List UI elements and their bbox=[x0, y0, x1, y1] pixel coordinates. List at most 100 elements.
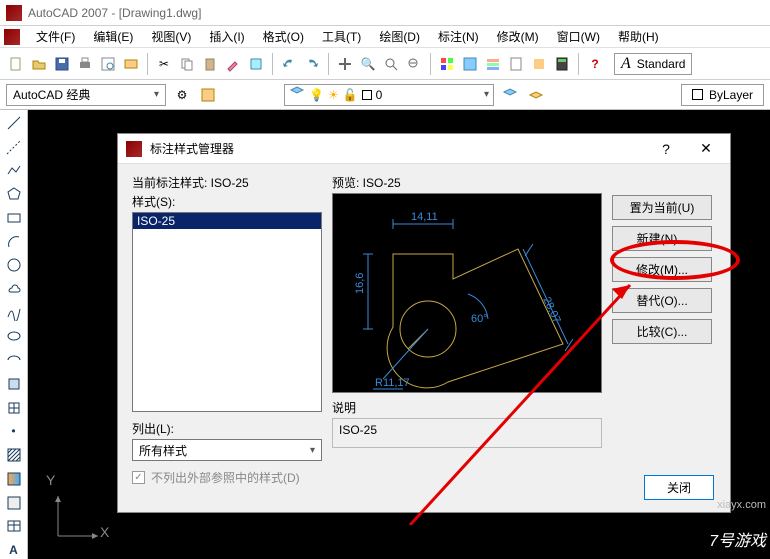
blockeditor-icon[interactable] bbox=[246, 54, 266, 74]
modify-button[interactable]: 修改(M)... bbox=[612, 257, 712, 282]
undo-icon[interactable] bbox=[279, 54, 299, 74]
separator bbox=[578, 53, 579, 75]
layer-states-icon[interactable] bbox=[526, 85, 546, 105]
new-icon[interactable] bbox=[6, 54, 26, 74]
xref-checkbox-label: 不列出外部参照中的样式(D) bbox=[151, 469, 300, 486]
zoom-window-icon[interactable] bbox=[381, 54, 401, 74]
quickcalc-icon[interactable] bbox=[552, 54, 572, 74]
xref-checkbox[interactable]: ✓ bbox=[132, 471, 145, 484]
copy-icon[interactable] bbox=[177, 54, 197, 74]
paste-icon[interactable] bbox=[200, 54, 220, 74]
dialog-titlebar[interactable]: 标注样式管理器 ? ✕ bbox=[118, 134, 730, 164]
listout-combo[interactable]: 所有样式 ▾ bbox=[132, 439, 322, 461]
close-dialog-button[interactable]: 关闭 bbox=[644, 475, 714, 500]
separator bbox=[272, 53, 273, 75]
sun-icon[interactable]: ☀ bbox=[328, 88, 339, 102]
menu-tools[interactable]: 工具(T) bbox=[314, 26, 369, 47]
compare-button[interactable]: 比较(C)... bbox=[612, 319, 712, 344]
lightbulb-icon[interactable]: 💡 bbox=[309, 88, 324, 102]
override-button[interactable]: 替代(O)... bbox=[612, 288, 712, 313]
designcenter-icon[interactable] bbox=[460, 54, 480, 74]
menu-draw[interactable]: 绘图(D) bbox=[371, 26, 428, 47]
menu-format[interactable]: 格式(O) bbox=[255, 26, 312, 47]
layer-previous-icon[interactable] bbox=[500, 85, 520, 105]
line-icon[interactable] bbox=[4, 114, 24, 132]
matchprop-icon[interactable] bbox=[223, 54, 243, 74]
region-icon[interactable] bbox=[4, 494, 24, 512]
color-combo[interactable]: ByLayer bbox=[681, 84, 764, 106]
set-current-button[interactable]: 置为当前(U) bbox=[612, 195, 712, 220]
ellipsearc-icon[interactable] bbox=[4, 351, 24, 369]
workspace-settings-icon[interactable]: ⚙ bbox=[172, 85, 192, 105]
textstyle-value: Standard bbox=[637, 57, 686, 71]
window-title: AutoCAD 2007 - [Drawing1.dwg] bbox=[28, 6, 201, 20]
pan-icon[interactable] bbox=[335, 54, 355, 74]
menu-modify[interactable]: 修改(M) bbox=[489, 26, 547, 47]
menu-help[interactable]: 帮助(H) bbox=[610, 26, 667, 47]
rectangle-icon[interactable] bbox=[4, 209, 24, 227]
separator bbox=[147, 53, 148, 75]
redo-icon[interactable] bbox=[302, 54, 322, 74]
spline-icon[interactable] bbox=[4, 304, 24, 322]
chevron-down-icon: ▾ bbox=[310, 445, 315, 456]
menu-edit[interactable]: 编辑(E) bbox=[85, 26, 141, 47]
workspace-toolbar: AutoCAD 经典 ▾ ⚙ 💡 ☀ 🔓 0 ▾ ByLayer bbox=[0, 80, 770, 110]
color-swatch[interactable] bbox=[362, 90, 372, 100]
help-icon[interactable]: ? bbox=[585, 54, 605, 74]
desc-value: ISO-25 bbox=[339, 423, 377, 437]
new-button[interactable]: 新建(N)... bbox=[612, 226, 712, 251]
workspace-combo[interactable]: AutoCAD 经典 ▾ bbox=[6, 84, 166, 106]
xline-icon[interactable] bbox=[4, 138, 24, 156]
hatch-icon[interactable] bbox=[4, 446, 24, 464]
chevron-down-icon: ▾ bbox=[484, 89, 489, 100]
color-swatch bbox=[692, 89, 703, 100]
toolpalettes-icon[interactable] bbox=[483, 54, 503, 74]
point-icon[interactable]: • bbox=[4, 423, 24, 441]
properties-icon[interactable] bbox=[437, 54, 457, 74]
revcloud-icon[interactable] bbox=[4, 280, 24, 298]
chevron-down-icon: ▾ bbox=[154, 89, 159, 100]
layer-manage-icon[interactable] bbox=[289, 85, 305, 104]
polygon-icon[interactable] bbox=[4, 185, 24, 203]
menu-view[interactable]: 视图(V) bbox=[143, 26, 199, 47]
ellipse-icon[interactable] bbox=[4, 328, 24, 346]
plot-preview-icon[interactable] bbox=[98, 54, 118, 74]
desc-box: ISO-25 bbox=[332, 418, 602, 448]
draw-toolbar: • A bbox=[0, 110, 28, 559]
zoom-previous-icon[interactable] bbox=[404, 54, 424, 74]
arc-icon[interactable] bbox=[4, 233, 24, 251]
mtext-icon[interactable]: A bbox=[4, 541, 24, 559]
desc-label: 说明 bbox=[332, 399, 602, 416]
open-icon[interactable] bbox=[29, 54, 49, 74]
makeblock-icon[interactable] bbox=[4, 399, 24, 417]
menu-window[interactable]: 窗口(W) bbox=[549, 26, 608, 47]
lock-icon[interactable]: 🔓 bbox=[343, 88, 358, 102]
menu-dimension[interactable]: 标注(N) bbox=[430, 26, 487, 47]
textstyle-combo[interactable]: A Standard bbox=[614, 53, 692, 75]
publish-icon[interactable] bbox=[121, 54, 141, 74]
insertblock-icon[interactable] bbox=[4, 375, 24, 393]
save-icon[interactable] bbox=[52, 54, 72, 74]
styles-listbox[interactable]: ISO-25 bbox=[132, 212, 322, 412]
sheetset-icon[interactable] bbox=[506, 54, 526, 74]
dim-left: 16,6 bbox=[354, 273, 366, 294]
listout-label: 列出(L): bbox=[132, 420, 322, 437]
menu-file[interactable]: 文件(F) bbox=[28, 26, 83, 47]
markup-icon[interactable] bbox=[529, 54, 549, 74]
color-value: ByLayer bbox=[709, 88, 753, 102]
menu-insert[interactable]: 插入(I) bbox=[201, 26, 252, 47]
close-button[interactable]: ✕ bbox=[690, 140, 722, 157]
gradient-icon[interactable] bbox=[4, 470, 24, 488]
table-icon[interactable] bbox=[4, 517, 24, 535]
styles-label: 样式(S): bbox=[132, 193, 322, 210]
layer-combo[interactable]: 💡 ☀ 🔓 0 ▾ bbox=[284, 84, 494, 106]
polyline-icon[interactable] bbox=[4, 161, 24, 179]
list-item[interactable]: ISO-25 bbox=[133, 213, 321, 229]
print-icon[interactable] bbox=[75, 54, 95, 74]
menubar: 文件(F) 编辑(E) 视图(V) 插入(I) 格式(O) 工具(T) 绘图(D… bbox=[0, 26, 770, 48]
circle-icon[interactable] bbox=[4, 256, 24, 274]
help-button[interactable]: ? bbox=[650, 141, 682, 157]
cut-icon[interactable]: ✂ bbox=[154, 54, 174, 74]
zoom-realtime-icon[interactable]: 🔍 bbox=[358, 54, 378, 74]
workspace-save-icon[interactable] bbox=[198, 85, 218, 105]
